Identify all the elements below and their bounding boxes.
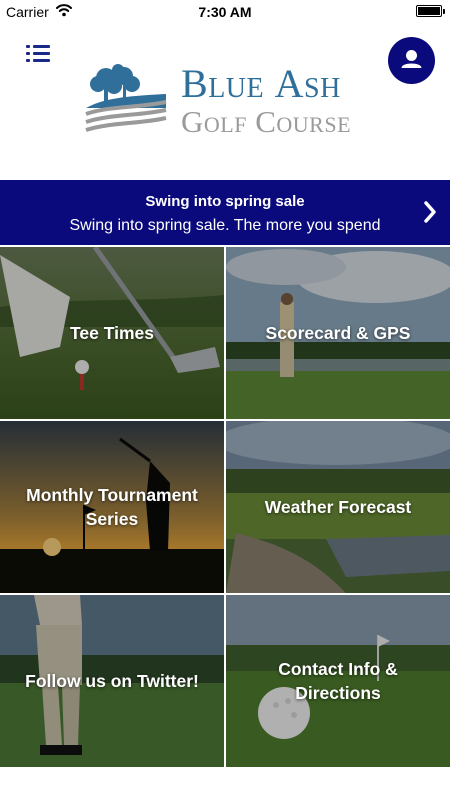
logo: Blue Ash Golf Course bbox=[84, 64, 369, 140]
logo-emblem bbox=[85, 64, 167, 132]
tile-weather-forecast[interactable]: Weather Forecast bbox=[226, 421, 450, 593]
user-icon bbox=[401, 50, 422, 68]
tile-label: Contact Info & Directions bbox=[278, 659, 398, 703]
list-menu-icon[interactable] bbox=[26, 42, 52, 66]
logo-title: Blue Ash bbox=[181, 61, 341, 106]
tile-label: Follow us on Twitter! bbox=[25, 671, 199, 691]
tile-monthly-tournament[interactable]: Monthly Tournament Series bbox=[0, 421, 224, 593]
tile-label: Weather Forecast bbox=[264, 497, 412, 517]
battery-icon bbox=[416, 5, 445, 17]
chevron-right-icon bbox=[424, 201, 436, 223]
tile-tee-times[interactable]: Tee Times bbox=[0, 247, 224, 419]
tile-follow-twitter[interactable]: Follow us on Twitter! bbox=[0, 595, 224, 767]
tile-label: Scorecard & GPS bbox=[265, 323, 411, 343]
promo-title: Swing into spring sale bbox=[145, 193, 305, 210]
logo-subtitle: Golf Course bbox=[181, 104, 352, 139]
status-bar: Carrier 7:30 AM bbox=[0, 0, 450, 22]
promo-text: Swing into spring sale. The more you spe… bbox=[69, 217, 381, 234]
tile-contact-directions[interactable]: Contact Info & Directions bbox=[226, 595, 450, 767]
tile-label: Tee Times bbox=[70, 323, 154, 343]
profile-button[interactable] bbox=[388, 37, 435, 84]
promo-banner[interactable]: Swing into spring sale Swing into spring… bbox=[0, 180, 450, 245]
status-time: 7:30 AM bbox=[198, 4, 252, 20]
tile-label: Monthly Tournament Series bbox=[26, 485, 198, 529]
tile-scorecard-gps[interactable]: Scorecard & GPS bbox=[226, 247, 450, 419]
